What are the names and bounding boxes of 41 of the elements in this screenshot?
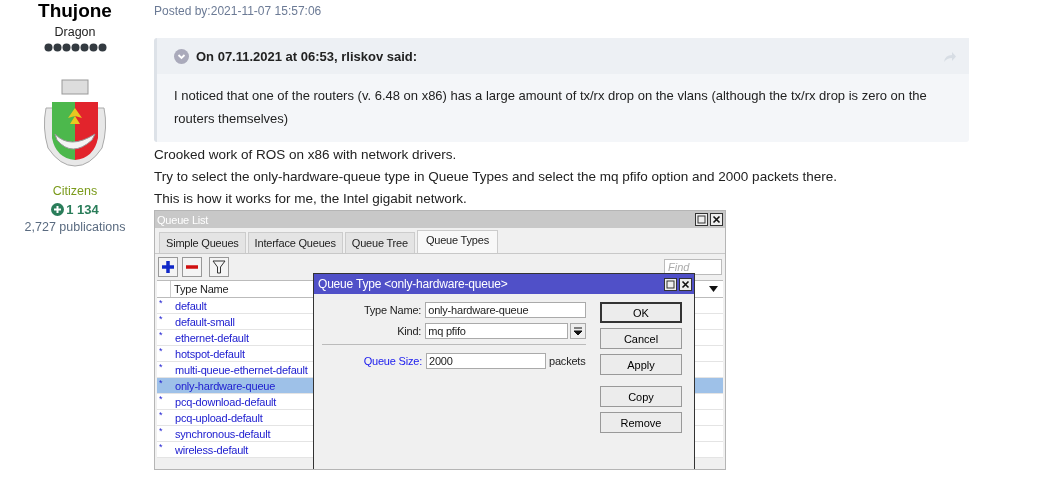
plus-icon [51, 203, 65, 216]
add-icon[interactable] [158, 257, 178, 277]
rank-dots-icon [43, 43, 107, 52]
find-field[interactable]: Find [664, 259, 722, 275]
dialog-button[interactable]: OK [600, 302, 682, 323]
publication-count: 2,727 publications [24, 220, 126, 234]
dropdown-icon[interactable] [570, 323, 586, 339]
dropdown-arrow-icon[interactable] [709, 286, 718, 292]
unit-label: packets [548, 355, 586, 367]
quote-header: On 07.11.2021 at 06:53, rliskov said: [196, 49, 419, 64]
member-group: Citizens [52, 184, 98, 198]
restore-icon[interactable] [695, 213, 708, 226]
remove-icon[interactable] [182, 257, 202, 277]
post-paragraph: Try to select the only-hardware-queue type in Queue Types and select the mq pfifo option and 2000 packets there. [154, 168, 838, 186]
quote-text: I noticed that one of the routers (v. 6.48 on x86) has a large amount of tx/rx drop on the vlans (although the tx/rx drop is zero on the routers themselves) [173, 87, 928, 128]
filter-icon[interactable] [209, 257, 229, 277]
dialog-button[interactable]: Remove [600, 412, 682, 433]
post-date: Posted by:2021-11-07 15:57:06 [154, 4, 323, 18]
field-label: Type Name: [362, 304, 423, 316]
restore-icon[interactable] [664, 277, 677, 291]
dialog-button[interactable]: Cancel [600, 328, 682, 349]
field-label: Queue Size: [362, 355, 423, 367]
post-paragraph: Crooked work of ROS on x86 with network drivers. [154, 146, 458, 164]
type-name-field[interactable]: only-hardware-queue [425, 302, 586, 318]
reputation-count: 1 134 [66, 202, 99, 217]
post-paragraph: This is how it works for me, the Intel gigabit network. [154, 190, 468, 208]
tab[interactable]: Simple Queues [159, 232, 246, 253]
field-label: Kind: [396, 325, 423, 337]
column-header[interactable]: Type Name [171, 283, 229, 295]
dialog-button[interactable]: Apply [600, 354, 682, 375]
author-name[interactable]: Thujone [38, 0, 112, 22]
close-icon[interactable] [679, 277, 692, 291]
close-icon[interactable] [710, 213, 723, 226]
author-rank: Dragon [54, 25, 96, 39]
tab[interactable]: Queue Tree [344, 232, 415, 253]
tab[interactable]: Queue Types [416, 230, 498, 253]
dialog-button[interactable]: Copy [600, 386, 682, 407]
dialog-title: Queue Type <only-hardware-queue> [318, 277, 509, 291]
queue-size-field[interactable]: 2000 [426, 353, 546, 369]
tab[interactable]: Interface Queues [247, 232, 343, 253]
kind-field[interactable]: mq pfifo [425, 323, 569, 339]
